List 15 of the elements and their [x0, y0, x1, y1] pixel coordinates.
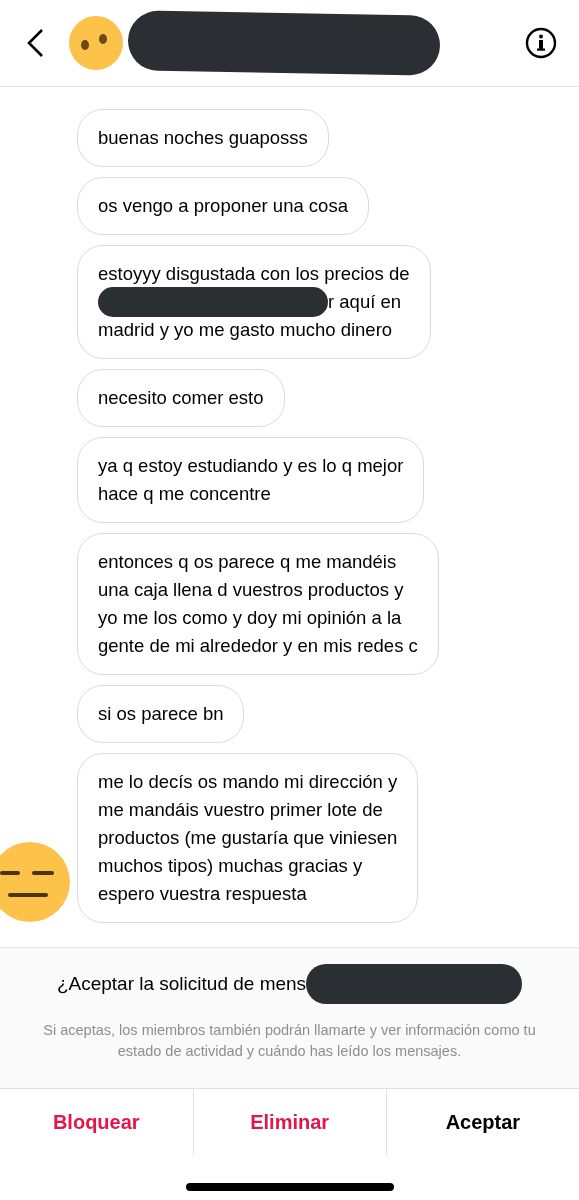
message-bubble: me lo decís os mando mi dirección y me mandáis vuestro primer lote de productos (me gustaría que viniesen muchos tipos) muchas gracias y espero vuestra respuesta [77, 753, 419, 923]
message-text: madrid y yo me gasto mucho dinero [98, 318, 394, 342]
message-bubble: ya q estoy estudiando y es lo q mejor hace q me concentre [77, 437, 425, 523]
message-bubble: si os parece bn [77, 685, 245, 743]
message-bubble: necesito comer esto [77, 369, 285, 427]
message-text: r aquí en [328, 290, 402, 314]
avatar-icon [68, 15, 124, 71]
message-bubble: buenas noches guaposss [77, 109, 329, 167]
back-icon[interactable] [26, 28, 44, 58]
message-bubble: entonces q os parece q me mandéis una caja llena d vuestros productos y yo me los como y doy mi opinión a la gente de mi alrededor y en mis redes c [77, 533, 439, 675]
request-note: Si aceptas, los miembros también podrán llamarte y ver información como tu estado de actividad y cuándo has leído los mensajes. [42, 1021, 537, 1061]
request-title: ¿Aceptar la solicitud de mens [56, 971, 307, 996]
info-icon[interactable] [525, 27, 557, 59]
message-text: estoyyy disgustada con los precios de [98, 262, 410, 286]
message-bubble: os vengo a proponer una cosa [77, 177, 369, 235]
